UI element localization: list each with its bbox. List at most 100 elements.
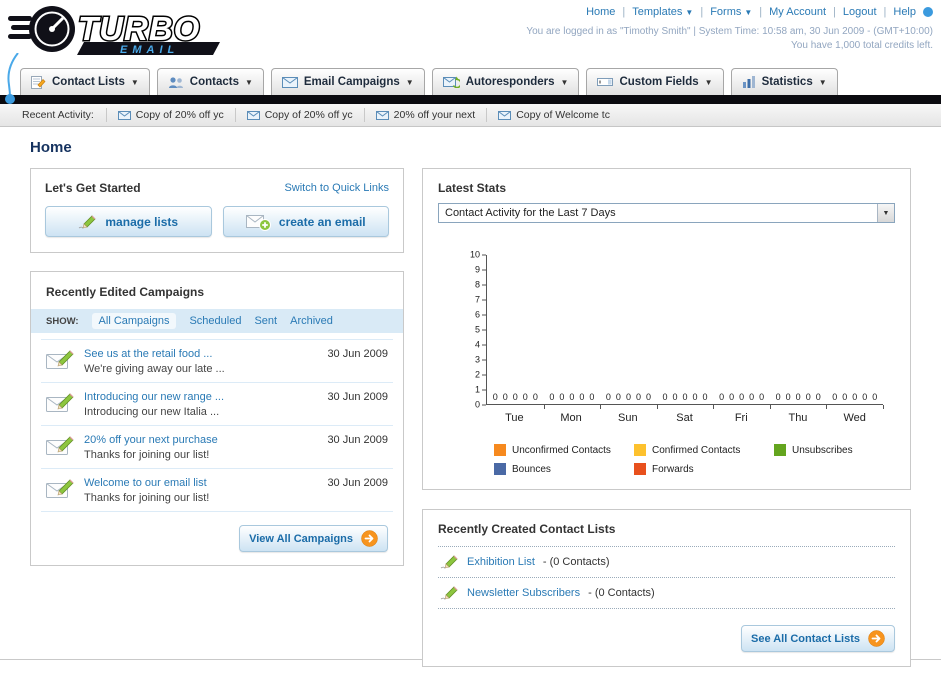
contact-activity-chart: 10 9 8 7 6 5 4 3 2 1 0 000000000000000000000000000… [438,250,895,475]
chevron-down-icon: ▼ [560,77,569,87]
campaign-title-link[interactable]: See us at the retail food ... [84,348,319,360]
campaign-subtitle: Thanks for joining our list! [84,449,210,461]
get-started-panel: Let's Get Started Switch to Quick Links … [30,168,404,253]
autoresponders-icon [442,76,460,88]
legend-item: Bounces [494,463,634,475]
campaign-subtitle: We're giving away our late ... [84,363,225,375]
chart-bar-group: 00000 [544,255,601,409]
campaign-tab-sent[interactable]: Sent [254,315,277,327]
contact-list-count: - (0 Contacts) [588,587,655,599]
contacts-icon [168,76,183,88]
switch-quick-links-link[interactable]: Switch to Quick Links [284,182,389,194]
view-all-campaigns-button[interactable]: View All Campaigns [239,525,388,552]
nav-divider-bar [0,95,941,104]
tab-autoresponders[interactable]: Autoresponders ▼ [431,68,580,95]
legend-item: Confirmed Contacts [634,444,774,456]
separator: | [883,6,887,18]
legend-item: Unsubscribes [774,444,914,456]
chevron-down-icon: ▼ [704,77,713,87]
right-column: Latest Stats Contact Activity for the La… [422,168,911,667]
pencil-icon [440,586,458,600]
contact-list-link[interactable]: Exhibition List [467,556,535,568]
arrow-right-icon [361,530,378,547]
recent-activity-item[interactable]: Copy of 20% off yc [234,108,364,122]
chart-plot: 00000000000000000000000000000000000 [486,255,884,409]
campaign-title-link[interactable]: 20% off your next purchase [84,434,319,446]
contact-list-row[interactable]: Exhibition List - (0 Contacts) [438,546,895,577]
chevron-down-icon: ▼ [685,7,694,17]
logo-title-text: TURBO [78,10,200,47]
chart-y-tick: 6 [475,310,486,320]
left-column: Let's Get Started Switch to Quick Links … [30,168,404,566]
help-bubble-icon[interactable] [923,7,933,17]
campaigns-title: Recently Edited Campaigns [46,285,205,299]
recent-contact-lists-panel: Recently Created Contact Lists Exhibitio… [422,509,911,667]
separator: | [700,6,704,18]
recent-activity-item[interactable]: 20% off your next [363,108,487,122]
chart-y-tick: 5 [475,325,486,335]
chart-y-tick: 2 [475,370,486,380]
campaign-date: 30 Jun 2009 [327,434,388,446]
contact-list-row[interactable]: Newsletter Subscribers - (0 Contacts) [438,577,895,609]
tab-statistics[interactable]: Statistics ▼ [730,68,838,95]
chart-bar-group: 00000 [600,255,658,409]
campaign-row[interactable]: 20% off your next purchase Thanks for jo… [41,426,393,469]
campaign-tab-scheduled[interactable]: Scheduled [189,315,241,327]
recent-activity-item[interactable]: Copy of Welcome tc [486,108,621,122]
tab-label: Contacts [189,76,239,88]
pencil-icon [79,214,96,229]
contact-lists-title: Recently Created Contact Lists [438,522,616,536]
chart-y-tick: 3 [475,355,486,365]
create-email-button[interactable]: create an email [222,206,389,237]
chart-x-label: Thu [788,412,808,424]
header-link-forms[interactable]: Forms ▼ [710,6,752,18]
separator: | [759,6,763,18]
envelope-plus-icon [245,214,271,231]
recent-activity-item[interactable]: Copy of 20% off yc [105,108,235,122]
header-link-logout[interactable]: Logout [843,6,877,18]
see-all-contact-lists-button[interactable]: See All Contact Lists [740,625,895,652]
campaign-list: See us at the retail food ... We're givi… [41,339,393,512]
chart-x-label: Mon [560,412,582,424]
campaign-tab-all[interactable]: All Campaigns [91,313,177,329]
tab-contact-lists[interactable]: Contact Lists ▼ [20,68,150,95]
campaign-title-link[interactable]: Introducing our new range ... [84,391,319,403]
header-link-templates[interactable]: Templates ▼ [632,6,693,18]
credits-info: You have 1,000 total credits left. [791,40,933,51]
header-link-my-account[interactable]: My Account [769,6,826,18]
recent-activity-bar: Recent Activity: Copy of 20% off yc Copy… [0,104,941,127]
campaign-row[interactable]: Welcome to our email list Thanks for joi… [41,469,393,512]
tab-label: Statistics [761,76,813,88]
legend-item: Forwards [634,463,774,475]
recent-campaigns-panel: Recently Edited Campaigns SHOW: All Camp… [30,271,404,566]
login-info: You are logged in as "Timothy Smith" | S… [526,26,933,37]
tab-label: Email Campaigns [303,76,400,88]
header-link-help[interactable]: Help [893,6,916,18]
chevron-down-icon: ▼ [818,77,827,87]
header-link-home[interactable]: Home [586,6,615,18]
manage-lists-button[interactable]: manage lists [45,206,212,237]
campaign-date: 30 Jun 2009 [327,348,388,360]
chart-bar-group: 00000 [713,255,771,409]
tab-contacts[interactable]: Contacts ▼ [156,68,264,95]
campaign-row[interactable]: See us at the retail food ... We're givi… [41,340,393,383]
header-right: Home | Templates ▼ | Forms ▼ | My Account … [526,6,933,51]
latest-stats-panel: Latest Stats Contact Activity for the La… [422,168,911,490]
campaign-row[interactable]: Introducing our new range ... Introducin… [41,383,393,426]
main-navigation: Contact Lists ▼ Contacts ▼ Email Campaig… [0,66,941,95]
stats-filter-dropdown[interactable]: Contact Activity for the Last 7 Days ▼ [438,203,895,223]
campaign-title-link[interactable]: Welcome to our email list [84,477,319,489]
envelope-pencil-icon [46,479,74,498]
chart-y-axis: 10 9 8 7 6 5 4 3 2 1 0 [464,250,486,409]
contact-list-link[interactable]: Newsletter Subscribers [467,587,580,599]
logo-subtitle-text: EMAIL [120,44,179,56]
get-started-title: Let's Get Started [45,181,141,195]
tab-custom-fields[interactable]: Custom Fields ▼ [586,68,724,95]
contact-lists: Exhibition List - (0 Contacts) Newslette… [438,546,895,609]
campaign-tab-archived[interactable]: Archived [290,315,333,327]
chart-x-labels: Tue Mon Sun Sat Fri Thu Wed [486,405,883,424]
tab-email-campaigns[interactable]: Email Campaigns ▼ [270,68,425,95]
arrow-right-icon [868,630,885,647]
chevron-down-icon: ▼ [130,77,139,87]
recent-activity-label: Recent Activity: [22,109,94,121]
